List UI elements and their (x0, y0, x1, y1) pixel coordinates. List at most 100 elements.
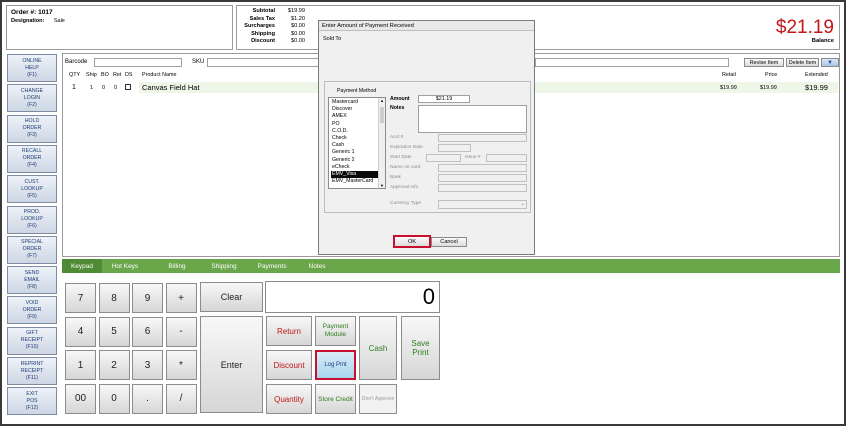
sidebar-button-8[interactable]: VOID ORDER (F9) (7, 296, 57, 325)
ds-checkbox[interactable] (125, 84, 131, 90)
order-designation: Designation: Sale (11, 18, 65, 24)
revise-item-button[interactable]: Revise Item (744, 58, 784, 67)
tab-payments[interactable]: Payments (248, 259, 296, 273)
chevron-down-icon: ⌄ (520, 201, 525, 207)
keypad-key[interactable]: 2 (98, 350, 130, 380)
dont-approve-button[interactable]: Don't Approve (359, 384, 397, 414)
sidebar-button-9[interactable]: GIFT RECEIPT (F10) (7, 326, 57, 355)
clear-button[interactable]: Clear (200, 282, 263, 312)
product-name: Canvas Field Hat (142, 83, 200, 92)
tab-hot-keys[interactable]: Hot Keys (100, 259, 150, 273)
payment-method-item[interactable]: EMV_MasterCard (331, 178, 378, 185)
log-payment-button[interactable]: Log Pmt (315, 350, 356, 380)
expiration-input[interactable] (438, 144, 471, 152)
store-credit-button[interactable]: Store Credit (315, 384, 356, 414)
save-print-button[interactable]: Save Print (401, 316, 440, 380)
sidebar-button-1[interactable]: CHANGE LOGIN (F2) (7, 84, 57, 113)
payment-method-item[interactable]: C.O.D. (331, 128, 378, 135)
order-info-panel: Order #: 1017 Designation: Sale (6, 5, 233, 50)
payment-method-list[interactable]: Mastercard Discover AMEX PO C.O.D. Check Cash G… (328, 97, 386, 189)
delete-item-button[interactable]: Delete Item (786, 58, 819, 67)
cancel-button[interactable]: Cancel (431, 237, 467, 247)
return-button[interactable]: Return (266, 316, 312, 346)
col-price: Price (765, 72, 778, 78)
approval-input[interactable] (438, 184, 527, 192)
payment-method-item[interactable]: eCheck (331, 164, 378, 171)
col-bo: BO (101, 72, 109, 78)
keypad-key[interactable]: 7 (65, 283, 96, 313)
payment-method-item[interactable]: Check (331, 135, 378, 142)
scroll-up-icon[interactable]: ▲ (380, 98, 384, 103)
payment-method-item[interactable]: EMV_Visa (331, 171, 378, 178)
amount-input[interactable]: $21.19 (418, 95, 470, 103)
start-date-input[interactable] (426, 154, 461, 162)
sidebar-button-5[interactable]: PROD. LOOKUP (F6) (7, 205, 57, 234)
col-name: Product Name (142, 72, 177, 78)
tab-keypad[interactable]: Keypad (62, 259, 102, 273)
dialog-title: Enter Amount of Payment Received (319, 21, 534, 31)
keypad-key[interactable]: + (165, 283, 197, 313)
keypad-key[interactable]: 5 (98, 316, 130, 347)
sidebar-button-4[interactable]: CUST. LOOKUP (F5) (7, 175, 57, 204)
acct-input[interactable] (438, 134, 527, 142)
col-ds: DS (125, 72, 133, 78)
barcode-input[interactable] (94, 58, 182, 67)
balance-amount: $21.19 (775, 17, 834, 38)
keypad-key[interactable]: 00 (65, 383, 96, 414)
scroll-thumb[interactable] (380, 107, 384, 123)
tab-shipping[interactable]: Shipping (200, 259, 248, 273)
payment-group: Payment Method Mastercard Discover AMEX PO C… (324, 81, 531, 213)
tab-billing[interactable]: Billing (153, 259, 201, 273)
ok-button[interactable]: OK (393, 235, 431, 248)
balance-label: Balance (811, 38, 834, 44)
dropdown-button[interactable]: ▼ (821, 58, 839, 67)
keypad-key[interactable]: / (165, 383, 197, 414)
keypad-key[interactable]: 9 (132, 283, 163, 313)
sidebar-button-7[interactable]: SEND EMAIL (F8) (7, 266, 57, 295)
keypad-key[interactable]: 6 (132, 316, 163, 347)
keypad-key[interactable]: 8 (98, 283, 130, 313)
enter-button[interactable]: Enter (200, 316, 263, 413)
currency-select[interactable]: ⌄ (438, 200, 527, 209)
keypad-key[interactable]: . (132, 383, 163, 414)
sidebar-button-6[interactable]: SPECIAL ORDER (F7) (7, 235, 57, 264)
col-qty: QTY (69, 72, 81, 78)
keypad-key[interactable]: 1 (65, 350, 96, 380)
balance: $21.19 Balance (775, 17, 834, 45)
keypad-key[interactable]: 4 (65, 316, 96, 347)
keypad-key[interactable]: * (165, 350, 197, 380)
keypad-key[interactable]: 3 (132, 350, 163, 380)
scroll-down-icon[interactable]: ▼ (380, 183, 384, 188)
col-extended: Extended (805, 72, 828, 78)
col-retail: Retail (722, 72, 736, 78)
payment-method-label: Payment Method (337, 88, 377, 94)
sku-input[interactable] (207, 58, 319, 67)
sidebar-button-2[interactable]: HOLD ORDER (F3) (7, 114, 57, 143)
tab-notes[interactable]: Notes (298, 259, 336, 273)
col-ship: Ship (86, 72, 97, 78)
bank-input[interactable] (438, 174, 527, 182)
sidebar-button-11[interactable]: EXIT POS (F12) (7, 387, 57, 416)
payment-module-button[interactable]: Payment Module (315, 316, 356, 346)
notes-input[interactable] (418, 105, 527, 133)
payment-method-item[interactable]: Generic 2 (331, 157, 378, 164)
payment-method-item[interactable]: Mastercard (331, 99, 378, 106)
cash-button[interactable]: Cash (359, 316, 397, 380)
keypad-key[interactable]: 0 (98, 383, 130, 414)
name-on-card-input[interactable] (438, 164, 527, 172)
sidebar-button-10[interactable]: REPRINT RECEIPT (F11) (7, 357, 57, 385)
keypad-key[interactable]: - (165, 316, 197, 347)
issue-input[interactable] (486, 154, 527, 162)
payment-method-item[interactable]: Cash (331, 142, 378, 149)
sidebar-button-3[interactable]: RECALL ORDER (F4) (7, 144, 57, 173)
quantity-button[interactable]: Quantity (266, 384, 312, 414)
list-scrollbar[interactable]: ▲ ▼ (378, 98, 385, 188)
discount-button[interactable]: Discount (266, 350, 312, 380)
payment-method-item[interactable]: PO (331, 121, 378, 128)
payment-method-item[interactable]: Discover (331, 106, 378, 113)
sku-input-extension[interactable] (535, 58, 729, 67)
sidebar-button-0[interactable]: ONLINE HELP (F1) (7, 54, 57, 82)
barcode-label: Barcode (65, 59, 88, 65)
payment-method-item[interactable]: Generic 1 (331, 149, 378, 156)
payment-method-item[interactable]: AMEX (331, 113, 378, 120)
